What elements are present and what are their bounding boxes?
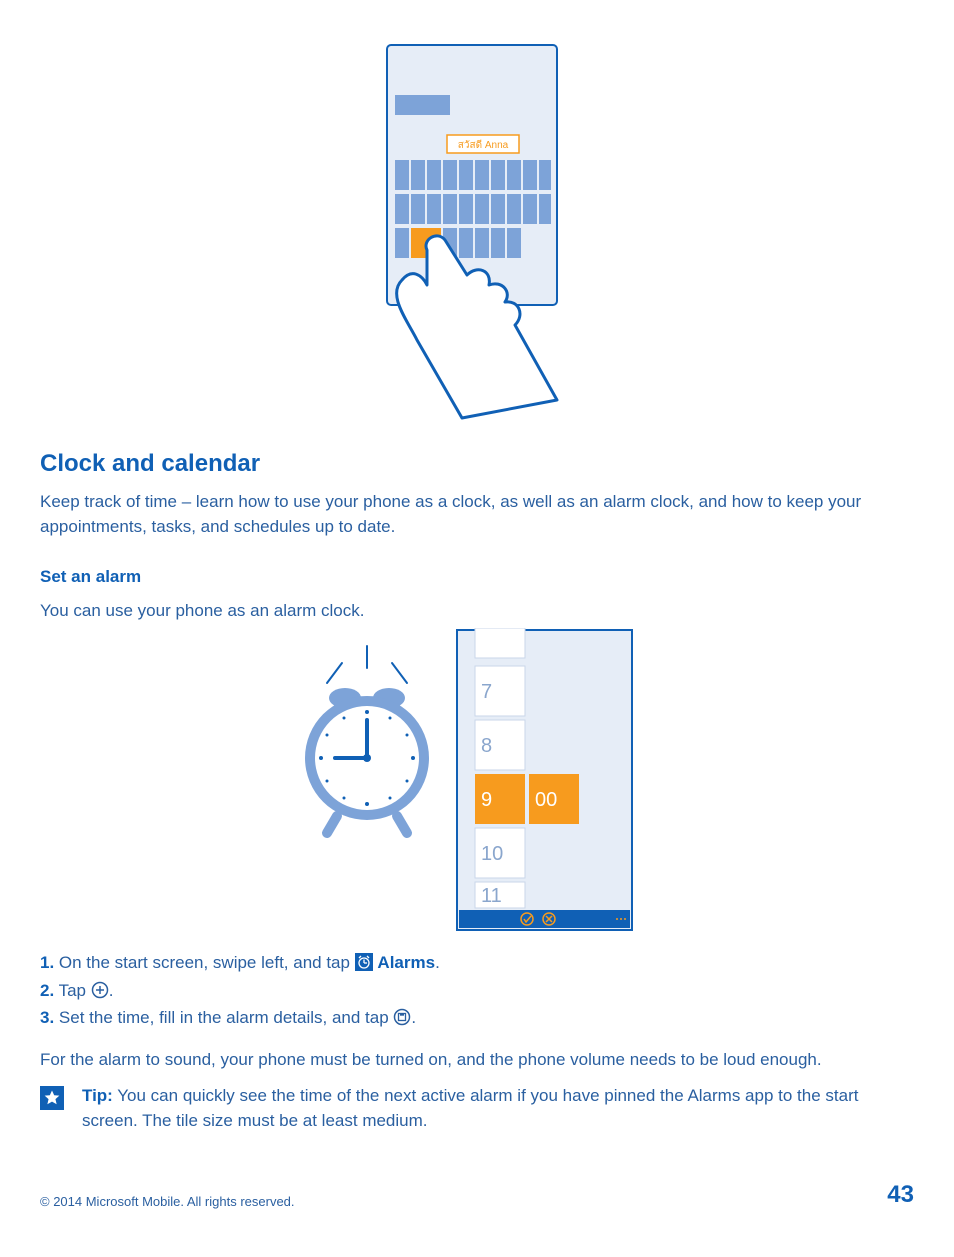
star-icon [40,1086,64,1110]
section-heading: Clock and calendar [40,450,914,478]
page-number: 43 [887,1181,914,1209]
subsection-intro: You can use your phone as an alarm clock… [40,599,914,624]
step-1: 1. On the start screen, swipe left, and … [40,951,914,979]
alarms-app-icon [355,953,373,979]
section-intro: Keep track of time – learn how to use yo… [40,490,914,539]
svg-text:สวัสดี Anna: สวัสดี Anna [458,139,509,151]
note-text: For the alarm to sound, your phone must … [40,1048,914,1073]
step-3: 3. Set the time, fill in the alarm detai… [40,1006,914,1034]
svg-text:7: 7 [481,681,492,703]
svg-text:9: 9 [481,789,492,811]
plus-circle-icon [91,981,109,1007]
svg-text:11: 11 [481,885,502,907]
subsection-heading: Set an alarm [40,567,914,587]
steps-list: 1. On the start screen, swipe left, and … [40,951,914,1034]
step-2: 2. Tap . [40,979,914,1007]
save-circle-icon [393,1008,411,1034]
svg-text:10: 10 [481,843,503,865]
figure-keyboard-phone: สวัสดี Anna [40,40,914,425]
copyright-text: © 2014 Microsoft Mobile. All rights rese… [40,1194,295,1209]
svg-text:8: 8 [481,735,492,757]
tip-block: Tip: You can quickly see the time of the… [40,1084,914,1133]
figure-alarm-picker: 7 8 9 00 10 11 [40,628,914,943]
tip-text: Tip: You can quickly see the time of the… [82,1084,914,1133]
svg-text:00: 00 [535,789,557,811]
